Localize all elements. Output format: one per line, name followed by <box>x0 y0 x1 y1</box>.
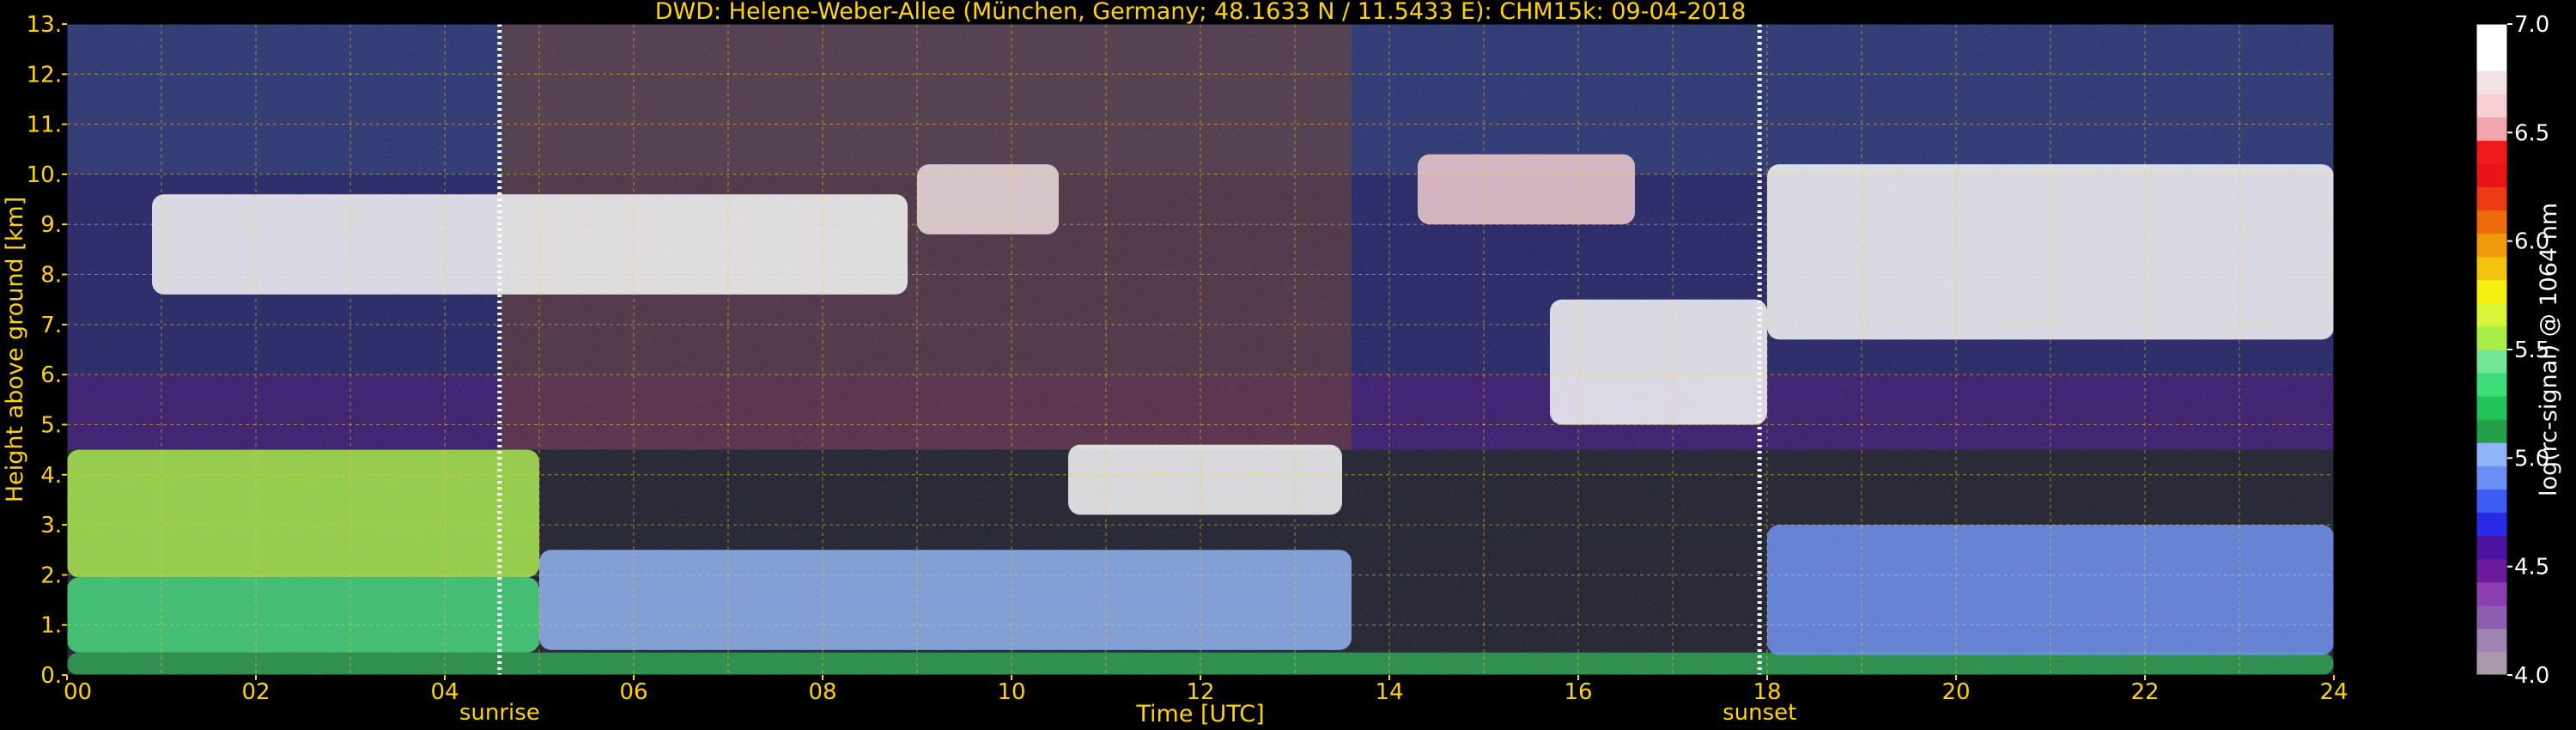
ceilometer-chart: sunrise sunset 00 02 04 06 08 10 12 14 16 18 20 22 24… <box>2 0 2562 727</box>
y-tick-label: 12. <box>27 62 62 88</box>
x-tick-label: 22 <box>2130 679 2159 705</box>
colorbar-segment <box>2476 581 2507 606</box>
colorbar-segment <box>2476 70 2507 94</box>
colorbar-segment <box>2476 117 2507 141</box>
colorbar-segment <box>2476 512 2507 537</box>
colorbar-tick-label: 7.0 <box>2514 12 2549 38</box>
y-tick-label: 1. <box>40 613 62 639</box>
colorbar-segment <box>2476 47 2507 71</box>
x-tick-label: 02 <box>241 679 270 705</box>
sunrise-label: sunrise <box>459 700 540 726</box>
colorbar-segment <box>2476 140 2507 164</box>
colorbar-segment <box>2476 302 2507 327</box>
y-tick-label: 6. <box>40 362 62 388</box>
colorbar-segment <box>2476 465 2507 490</box>
colorbar-segment <box>2476 442 2507 466</box>
y-tick-label: 2. <box>40 563 62 588</box>
colorbar-segment <box>2476 233 2507 258</box>
y-tick-label: 11. <box>27 113 62 138</box>
colorbar-segment <box>2476 24 2507 48</box>
colorbar-segment <box>2476 651 2507 676</box>
x-tick-label: 14 <box>1375 679 1403 705</box>
colorbar-segment <box>2476 628 2507 653</box>
y-axis-label: Height above ground [km] <box>2 197 28 502</box>
colorbar-tick-label: 6.5 <box>2514 120 2549 146</box>
colorbar-segment <box>2476 163 2507 187</box>
x-tick-label: 06 <box>619 679 647 705</box>
x-tick-label: 16 <box>1564 679 1592 705</box>
x-tick-label: 20 <box>1941 679 1970 705</box>
y-tick-label: 9. <box>40 212 62 238</box>
x-tick-label: 00 <box>64 679 92 705</box>
colorbar <box>2476 23 2508 676</box>
colorbar-segment <box>2476 558 2507 583</box>
colorbar-segment <box>2476 605 2507 630</box>
x-tick-label: 18 <box>1753 679 1781 705</box>
colorbar-segment <box>2476 419 2507 443</box>
colorbar-segment <box>2476 373 2507 397</box>
y-axis-ticks: 0. 1. 2. 3. 4. 5. 6. 7. 8. 9. 10. 11. 12. 13. <box>27 12 67 689</box>
colorbar-segment <box>2476 210 2507 234</box>
x-tick-label: 08 <box>808 679 836 705</box>
colorbar-segment <box>2476 186 2507 211</box>
x-axis-label: Time [UTC] <box>1135 701 1264 727</box>
colorbar-segment <box>2476 350 2507 374</box>
y-tick-label: 8. <box>40 263 62 289</box>
y-tick-label: 5. <box>40 412 62 438</box>
y-tick-label: 0. <box>40 663 62 689</box>
colorbar-segment <box>2476 396 2507 420</box>
colorbar-segment <box>2476 489 2507 513</box>
x-tick-label: 24 <box>2319 679 2348 705</box>
chart-title: DWD: Helene-Weber-Allee (München, German… <box>655 0 1747 25</box>
y-tick-label: 3. <box>40 513 62 538</box>
y-tick-label: 13. <box>27 12 62 38</box>
colorbar-segment <box>2476 256 2507 281</box>
x-tick-label: 10 <box>997 679 1025 705</box>
colorbar-segment <box>2476 279 2507 304</box>
colorbar-label: log(rc-signal) @ 1064 nm <box>2536 203 2562 496</box>
colorbar-segment <box>2476 94 2507 118</box>
y-tick-label: 10. <box>27 162 62 188</box>
y-tick-label: 7. <box>40 313 62 338</box>
y-tick-label: 4. <box>40 463 62 489</box>
colorbar-tick-label: 4.5 <box>2514 555 2549 581</box>
colorbar-tick-label: 4.0 <box>2514 663 2549 689</box>
colorbar-segment <box>2476 325 2507 350</box>
x-tick-label: 04 <box>430 679 459 705</box>
colorbar-segment <box>2476 535 2507 560</box>
